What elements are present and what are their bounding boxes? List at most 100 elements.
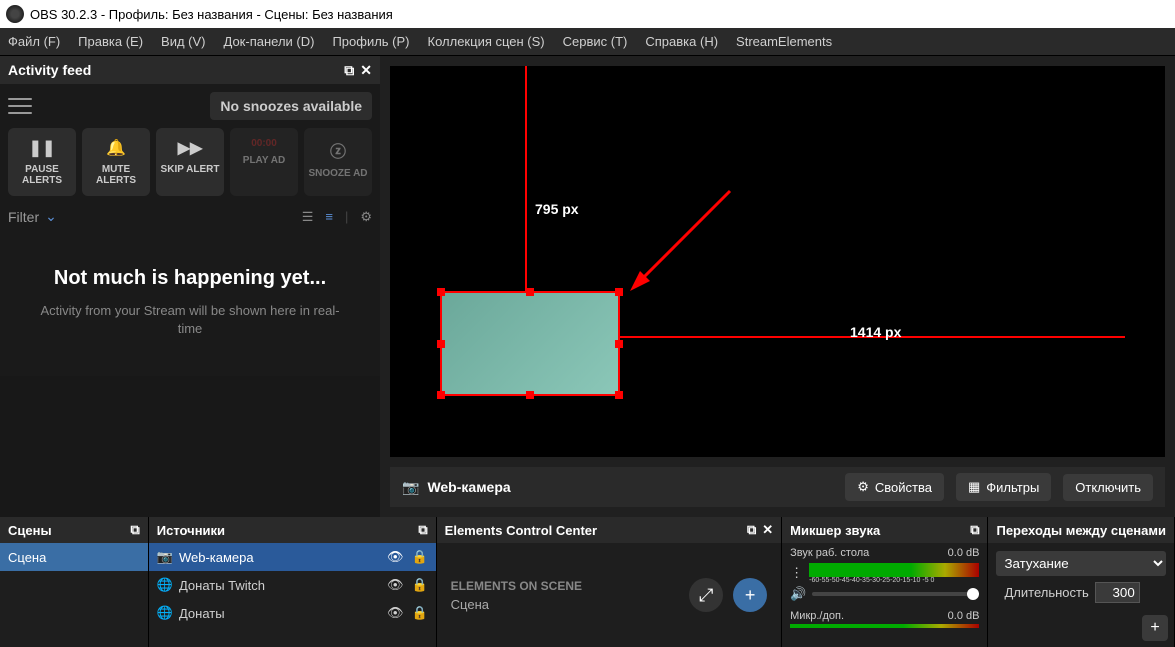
visibility-icon[interactable]: 👁 xyxy=(387,549,404,565)
activity-feed-panel: Activity feed ⧉ ✕ No snoozes available ❚… xyxy=(0,56,380,517)
camera-icon: 📷 xyxy=(157,549,173,565)
visibility-icon[interactable]: 👁 xyxy=(387,605,404,621)
activity-feed-header: Activity feed ⧉ ✕ xyxy=(0,56,380,84)
filters-icon: ▦ xyxy=(968,479,980,495)
close-icon[interactable]: ✕ xyxy=(762,522,773,538)
add-element-button[interactable]: + xyxy=(733,578,767,612)
preview-area: 795 px 1414 px 📷 Web-камера xyxy=(380,56,1175,517)
list-detailed-icon[interactable]: ≡ xyxy=(325,209,333,224)
popout-icon[interactable]: ⧉ xyxy=(970,522,979,538)
channel-menu-icon[interactable]: ⋮ xyxy=(790,565,803,581)
mixer-channel-desktop: Звук раб. стола 0.0 dB ⋮ -60-55-50-45-40… xyxy=(782,543,987,606)
source-item-donations[interactable]: 🌐 Донаты 👁 🔒 xyxy=(149,599,436,627)
resize-handle[interactable] xyxy=(615,391,623,399)
mute-alerts-button[interactable]: 🔔 MUTE ALERTS xyxy=(82,128,150,196)
selected-source-name: Web-камера xyxy=(427,479,510,495)
sources-header: Источники xyxy=(157,523,225,538)
dimension-label-v: 795 px xyxy=(535,201,579,217)
menu-tools[interactable]: Сервис (T) xyxy=(563,34,628,49)
menu-file[interactable]: Файл (F) xyxy=(8,34,60,49)
popout-icon[interactable]: ⧉ xyxy=(344,62,354,79)
lock-icon[interactable]: 🔒 xyxy=(411,549,427,565)
gear-icon: ⚙ xyxy=(857,479,869,495)
globe-icon: 🌐 xyxy=(157,605,173,621)
preview-canvas[interactable]: 795 px 1414 px xyxy=(390,66,1165,457)
popout-icon[interactable]: ⧉ xyxy=(418,522,427,538)
chevron-down-icon: ⌄ xyxy=(45,208,57,225)
add-transition-button[interactable]: + xyxy=(1142,615,1168,641)
elements-on-scene-label: ELEMENTS ON SCENE xyxy=(451,579,582,593)
dimension-label-h: 1414 px xyxy=(850,324,901,340)
menu-scene-collection[interactable]: Коллекция сцен (S) xyxy=(428,34,545,49)
transitions-header: Переходы между сценами xyxy=(996,523,1166,538)
resize-handle[interactable] xyxy=(615,340,623,348)
source-item-twitch[interactable]: 🌐 Донаты Twitch 👁 🔒 xyxy=(149,571,436,599)
disable-button[interactable]: Отключить xyxy=(1063,474,1153,501)
empty-subtitle: Activity from your Stream will be shown … xyxy=(18,302,362,338)
menu-docks[interactable]: Док-панели (D) xyxy=(224,34,315,49)
source-toolbar: 📷 Web-камера ⚙ Свойства ▦ Фильтры Отключ… xyxy=(390,467,1165,507)
menu-streamelements[interactable]: StreamElements xyxy=(736,34,832,49)
audio-meter xyxy=(809,563,979,577)
resize-handle[interactable] xyxy=(437,340,445,348)
expand-button[interactable]: ⤢ xyxy=(689,578,723,612)
popout-icon[interactable]: ⧉ xyxy=(130,522,139,538)
elements-control-dock: Elements Control Center ⧉ ✕ ELEMENTS ON … xyxy=(437,517,782,647)
snooze-ad-button[interactable]: ⓩ SNOOZE AD xyxy=(304,128,372,196)
popout-icon[interactable]: ⧉ xyxy=(747,522,756,538)
scenes-dock: Сцены ⧉ Сцена xyxy=(0,517,149,647)
sources-dock: Источники ⧉ 📷 Web-камера 👁 🔒 🌐 Донаты Tw… xyxy=(149,517,437,647)
play-ad-button[interactable]: 00:00 PLAY AD xyxy=(230,128,298,196)
ad-timer: 00:00 xyxy=(251,138,277,149)
speaker-icon[interactable]: 🔊 xyxy=(790,586,806,602)
mixer-header: Микшер звука xyxy=(790,523,880,538)
settings-gear-icon[interactable]: ⚙ xyxy=(360,209,372,225)
resize-handle[interactable] xyxy=(437,288,445,296)
lock-icon[interactable]: 🔒 xyxy=(411,577,427,593)
lock-icon[interactable]: 🔒 xyxy=(411,605,427,621)
resize-handle[interactable] xyxy=(526,288,534,296)
skip-alert-button[interactable]: ▶▶ SKIP ALERT xyxy=(156,128,224,196)
volume-slider[interactable] xyxy=(812,592,979,596)
pause-alerts-button[interactable]: ❚❚ PAUSE ALERTS xyxy=(8,128,76,196)
menu-help[interactable]: Справка (H) xyxy=(645,34,718,49)
scene-item[interactable]: Сцена xyxy=(0,543,148,571)
activity-empty-state: Not much is happening yet... Activity fr… xyxy=(8,237,372,368)
bell-icon: 🔔 xyxy=(106,138,126,158)
elements-scene-name: Сцена xyxy=(451,597,582,612)
resize-handle[interactable] xyxy=(526,391,534,399)
menu-edit[interactable]: Правка (E) xyxy=(78,34,143,49)
transition-mode-select[interactable]: Затухание xyxy=(996,551,1166,576)
camera-icon: 📷 xyxy=(402,479,419,496)
hamburger-icon[interactable] xyxy=(8,96,32,116)
properties-button[interactable]: ⚙ Свойства xyxy=(845,473,944,501)
mixer-channel-mic: Микр./доп. 0.0 dB xyxy=(782,606,987,632)
arrow-annotation xyxy=(620,181,740,301)
filter-dropdown[interactable]: Filter ⌄ xyxy=(8,208,57,225)
obs-logo-icon xyxy=(6,5,24,23)
window-title: OBS 30.2.3 - Профиль: Без названия - Сце… xyxy=(30,7,393,22)
snooze-icon: ⓩ xyxy=(330,138,346,162)
duration-label: Длительность xyxy=(1004,585,1088,600)
snooze-status: No snoozes available xyxy=(210,92,372,120)
duration-input[interactable] xyxy=(1095,582,1140,603)
pause-icon: ❚❚ xyxy=(29,138,56,158)
menu-profile[interactable]: Профиль (P) xyxy=(332,34,409,49)
audio-mixer-dock: Микшер звука ⧉ Звук раб. стола 0.0 dB ⋮ … xyxy=(782,517,988,647)
close-icon[interactable]: ✕ xyxy=(360,62,372,79)
source-item-webcam[interactable]: 📷 Web-камера 👁 🔒 xyxy=(149,543,436,571)
resize-handle[interactable] xyxy=(615,288,623,296)
globe-icon: 🌐 xyxy=(157,577,173,593)
elements-header: Elements Control Center xyxy=(445,523,597,538)
activity-feed-title: Activity feed xyxy=(8,62,91,78)
scenes-header: Сцены xyxy=(8,523,52,538)
webcam-source-box[interactable] xyxy=(440,291,620,396)
visibility-icon[interactable]: 👁 xyxy=(387,577,404,593)
window-titlebar: OBS 30.2.3 - Профиль: Без названия - Сце… xyxy=(0,0,1175,28)
list-compact-icon[interactable]: ☰ xyxy=(302,209,314,225)
menu-view[interactable]: Вид (V) xyxy=(161,34,205,49)
filters-button[interactable]: ▦ Фильтры xyxy=(956,473,1051,501)
transitions-dock: Переходы между сценами Затухание Длитель… xyxy=(988,517,1175,647)
resize-handle[interactable] xyxy=(437,391,445,399)
skip-icon: ▶▶ xyxy=(178,138,203,158)
